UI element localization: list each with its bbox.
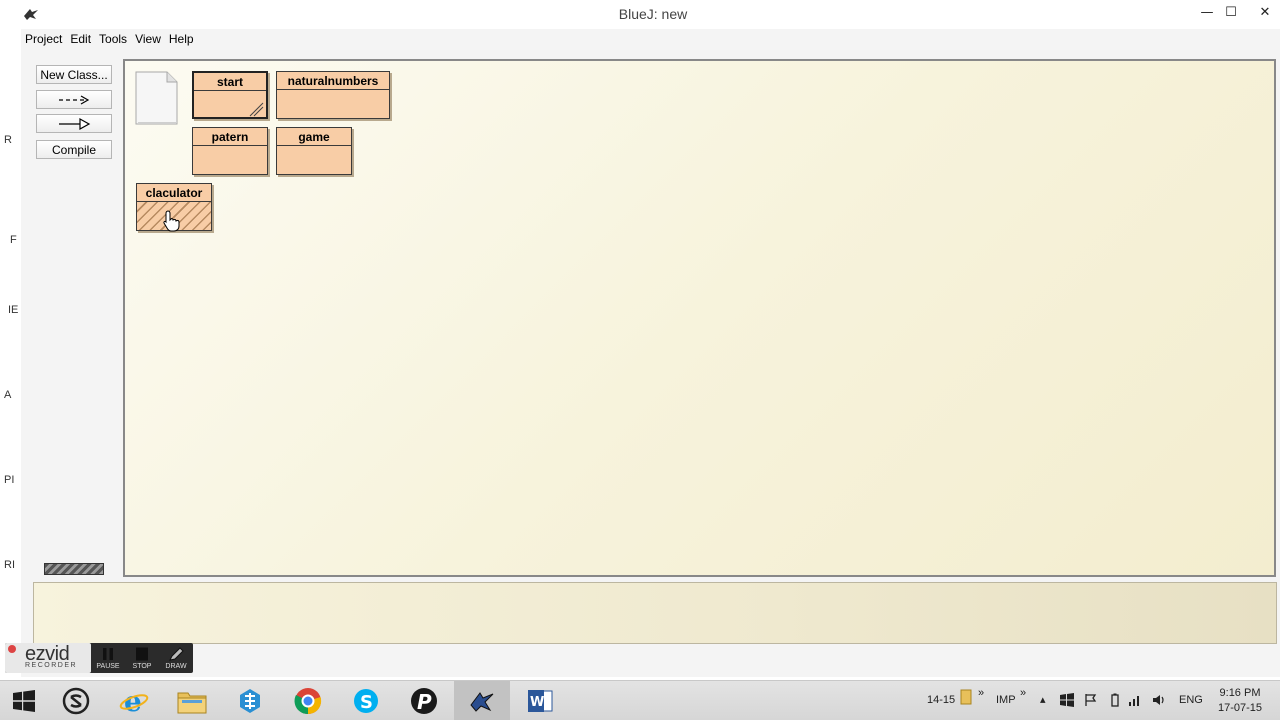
app-s-circle-icon [62,687,90,715]
class-name: patern [193,128,267,146]
chrome-icon [294,688,322,715]
inheritance-arrow-button[interactable] [36,114,112,133]
bluej-bird-icon [470,692,494,712]
menu-tools[interactable]: Tools [95,32,131,46]
rim-text: IE [8,304,19,316]
windows-flag-tray-icon[interactable] [1060,693,1074,707]
stop-icon [136,647,148,661]
pause-icon [103,648,113,660]
battery-icon[interactable] [1108,693,1122,707]
svg-text:W: W [530,695,544,710]
menu-bar: Project Edit Tools View Help [21,29,1280,49]
tray-chevron-icon[interactable]: » [978,687,984,699]
ezvid-logo-subtext: RECORDER [25,662,78,669]
window-titlebar: BlueJ: new — ☐ ✕ [0,0,1280,29]
taskbar-file-explorer[interactable] [164,681,220,720]
new-class-button[interactable]: New Class... [36,65,112,84]
clock-date: 17-07-15 [1217,702,1263,714]
rim-text: F [10,234,17,246]
resize-handle-icon[interactable] [248,101,264,117]
bluej-main-window: New Class... Compile start naturalnumber… [21,49,1280,677]
taskbar-word[interactable]: W [512,681,568,720]
close-icon[interactable]: ✕ [1252,2,1278,24]
rim-text: PI [4,474,15,486]
window-title: BlueJ: new [618,6,688,22]
blue-app-icon [240,689,260,713]
draw-label: DRAW [165,663,187,670]
windows-taskbar: e S P W 14-15 » IMP » ▴ ENG 9:16 PM 17-0… [0,680,1280,720]
p-app-icon: P [411,688,437,714]
class-naturalnumbers[interactable]: naturalnumbers [276,71,390,119]
class-start[interactable]: start [192,71,268,119]
minimize-icon[interactable]: — [1194,2,1220,24]
taskbar-internet-explorer[interactable]: e [106,681,162,720]
pen-icon [169,647,184,661]
hand-cursor-icon [163,210,180,232]
input-language[interactable]: ENG [1179,694,1203,706]
class-diagram-canvas[interactable]: start naturalnumbers patern game clacula… [123,59,1276,577]
network-icon[interactable] [1128,693,1142,707]
rim-text: RI [4,559,15,571]
ezvid-recorder-toolbar: ezvid RECORDER PAUSE STOP DRAW [5,643,193,673]
rim-text: R [4,134,12,146]
volume-icon[interactable] [1152,693,1166,707]
menu-view[interactable]: View [131,32,165,46]
class-body [194,91,266,119]
activity-indicator [44,563,104,575]
taskbar-app-p[interactable]: P [396,681,452,720]
ezvid-stop-button[interactable]: STOP [125,643,159,673]
pause-label: PAUSE [96,663,120,670]
folder-icon [177,692,207,714]
ezvid-draw-button[interactable]: DRAW [159,643,193,673]
taskbar-skype[interactable]: S [338,681,394,720]
internet-explorer-icon: e [119,687,149,715]
inheritance-arrow-icon [59,117,91,130]
taskbar-app-blue[interactable] [222,681,278,720]
compile-button[interactable]: Compile [36,140,112,159]
menu-help[interactable]: Help [165,32,198,46]
tray-chevron-icon[interactable]: » [1020,687,1026,699]
class-patern[interactable]: patern [192,127,268,175]
taskbar-app-circle[interactable] [48,681,104,720]
action-center-flag-icon[interactable] [1084,693,1098,707]
ezvid-logo: ezvid RECORDER [5,643,91,673]
taskbar-chrome[interactable] [280,681,336,720]
taskbar-bluej[interactable] [454,681,510,720]
skype-icon: S [354,689,378,713]
readme-document-icon[interactable] [135,71,179,125]
tray-folder-icon[interactable] [960,689,972,705]
ezvid-pause-button[interactable]: PAUSE [91,643,125,673]
recording-dot-icon [8,645,16,653]
tray-label[interactable]: 14-15 [927,694,955,706]
show-hidden-icons-icon[interactable]: ▴ [1040,693,1046,706]
start-button[interactable] [0,681,48,720]
svg-text:P: P [417,690,432,714]
svg-text:S: S [360,692,373,713]
uses-arrow-button[interactable] [36,90,112,109]
class-body [277,146,351,174]
windows-logo-icon [13,690,35,712]
class-name: game [277,128,351,146]
menu-edit[interactable]: Edit [66,32,95,46]
rim-text: A [4,389,12,401]
word-icon: W [528,690,553,712]
clock-time: 9:16 PM [1219,687,1261,699]
stop-label: STOP [132,663,152,670]
menu-project[interactable]: Project [21,32,66,46]
class-name: start [194,73,266,91]
system-clock[interactable]: 9:16 PM 17-07-15 [1210,686,1270,716]
maximize-icon[interactable]: ☐ [1218,2,1244,24]
message-area [33,582,1277,644]
tray-imp-label[interactable]: IMP [996,694,1016,706]
dashed-arrow-icon [59,94,90,105]
class-game[interactable]: game [276,127,352,175]
class-body [193,146,267,174]
background-window-edge: R F IE A PI RI [0,49,21,649]
class-name: naturalnumbers [277,72,389,90]
class-name: claculator [137,184,211,202]
class-body [277,90,389,118]
